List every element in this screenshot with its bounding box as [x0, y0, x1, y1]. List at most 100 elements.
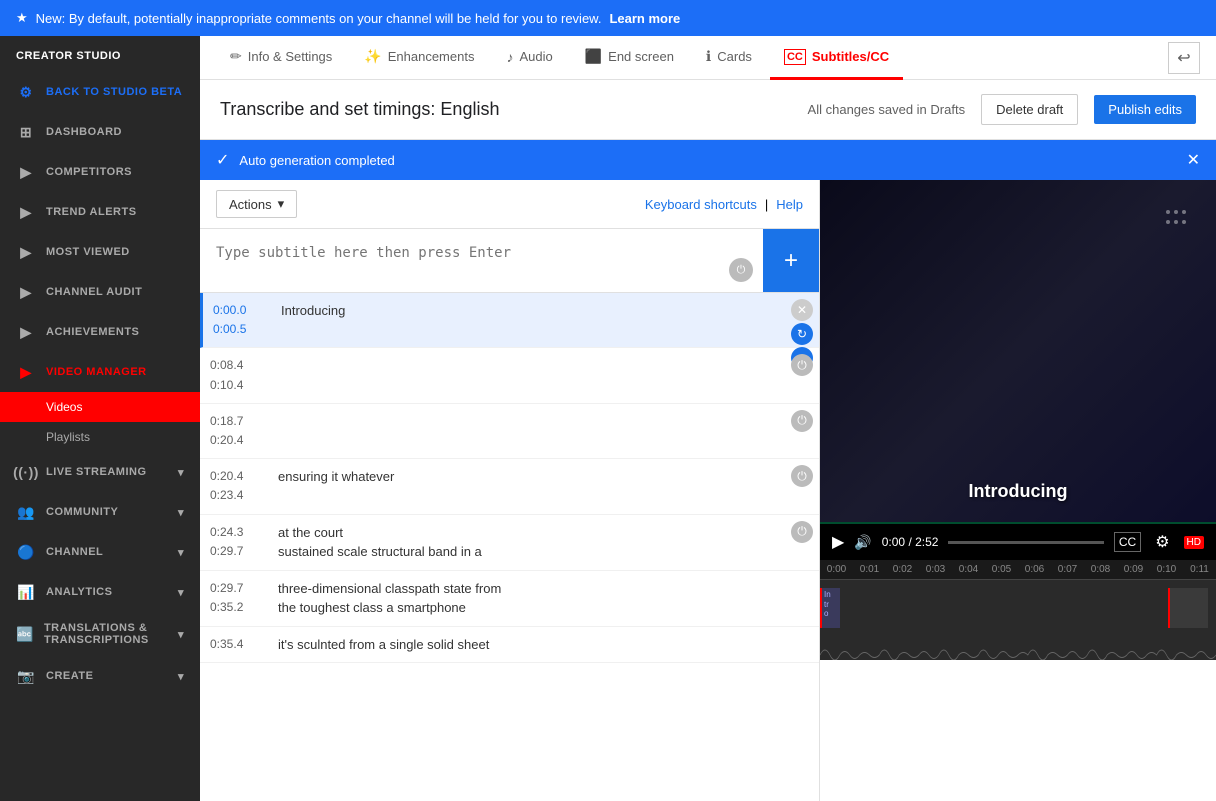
tab-end-screen[interactable]: ⬛ End screen	[571, 36, 688, 80]
subtitle-times: 0:08.4 0:10.4	[210, 356, 270, 394]
music-icon: ♪	[506, 49, 513, 65]
sidebar-item-video-manager[interactable]: ▶ VIDEO MANAGER	[0, 352, 200, 392]
tab-enhancements[interactable]: ✨ Enhancements	[350, 36, 488, 80]
sidebar-sub-item-videos[interactable]: Videos	[0, 392, 200, 422]
subtitle-item-actions: ⏻	[791, 410, 813, 432]
sidebar-item-label: CHANNEL AUDIT	[46, 286, 142, 298]
end-time: 0:00.5	[213, 320, 273, 339]
page-header: Transcribe and set timings: English All …	[200, 80, 1216, 140]
publish-edits-button[interactable]: Publish edits	[1094, 95, 1196, 124]
sidebar-item-community[interactable]: 👥 COMMUNITY ▾	[0, 492, 200, 532]
subtitle-text[interactable]: at the court sustained scale structural …	[278, 523, 809, 562]
learn-more-link[interactable]: Learn more	[609, 11, 680, 26]
sidebar-item-dashboard[interactable]: ⊞ DASHBOARD	[0, 112, 200, 152]
tabs-bar: ✏ Info & Settings ✨ Enhancements ♪ Audio…	[200, 36, 1216, 80]
subtitle-input[interactable]	[200, 229, 763, 289]
info-icon: ℹ	[706, 48, 711, 65]
actions-label: Actions	[229, 197, 272, 212]
sidebar-item-channel-audit[interactable]: ▶ CHANNEL AUDIT	[0, 272, 200, 312]
sidebar-item-label: CHANNEL	[46, 546, 103, 558]
power-icon[interactable]: ⏻	[729, 258, 753, 282]
current-time: 0:00	[882, 535, 905, 549]
tab-cards[interactable]: ℹ Cards	[692, 36, 766, 80]
tick-11: 0:11	[1183, 564, 1216, 575]
channel-audit-icon: ▶	[16, 282, 36, 302]
check-icon: ✓	[216, 150, 229, 170]
sidebar-item-analytics[interactable]: 📊 ANALYTICS ▾	[0, 572, 200, 612]
sidebar-item-channel[interactable]: 🔵 CHANNEL ▾	[0, 532, 200, 572]
tick-6: 0:06	[1018, 564, 1051, 575]
sidebar-item-achievements[interactable]: ▶ ACHIEVEMENTS	[0, 312, 200, 352]
subtitle-text[interactable]: three-dimensional classpath state from t…	[278, 579, 809, 618]
subtitle-item: 0:35.4 it's sculnted from a single solid…	[200, 627, 819, 664]
sidebar: CREATOR STUDIO ⚙ BACK TO STUDIO BETA ⊞ D…	[0, 36, 200, 801]
live-streaming-icon: ((·))	[16, 462, 36, 482]
tab-label: End screen	[608, 49, 674, 64]
tab-label: Subtitles/CC	[812, 49, 889, 64]
start-time: 0:35.4	[210, 635, 270, 654]
power-subtitle-button[interactable]: ⏻	[791, 521, 813, 543]
sidebar-item-create[interactable]: 📷 CREATE ▾	[0, 656, 200, 696]
keyboard-shortcuts-link[interactable]: Keyboard shortcuts	[645, 197, 757, 212]
audio-waveform	[820, 640, 1216, 660]
power-subtitle-button[interactable]: ⏻	[791, 410, 813, 432]
progress-bar[interactable]	[948, 541, 1103, 544]
regenerate-subtitle-button[interactable]: ↻	[791, 323, 813, 345]
help-link[interactable]: Help	[776, 197, 803, 212]
channel-icon: 🔵	[16, 542, 36, 562]
tick-4: 0:04	[952, 564, 985, 575]
sidebar-item-competitors[interactable]: ▶ COMPETITORS	[0, 152, 200, 192]
video-settings-button[interactable]: ⚙	[1151, 530, 1173, 554]
sidebar-item-most-viewed[interactable]: ▶ MOST VIEWED	[0, 232, 200, 272]
power-subtitle-button[interactable]: ⏻	[791, 354, 813, 376]
trend-icon: ▶	[16, 202, 36, 222]
timeline-tracks[interactable]: Intro	[820, 580, 1216, 640]
subtitle-text[interactable]: ensuring it whatever	[278, 467, 809, 487]
tab-audio[interactable]: ♪ Audio	[492, 37, 566, 80]
content-area: ✏ Info & Settings ✨ Enhancements ♪ Audio…	[200, 36, 1216, 801]
subtitle-item: 0:29.7 0:35.2 three-dimensional classpat…	[200, 571, 819, 627]
alert-text: Auto generation completed	[239, 153, 394, 168]
power-subtitle-button[interactable]: ⏻	[791, 465, 813, 487]
subtitle-times: 0:00.0 0:00.5	[213, 301, 273, 339]
translations-icon: 🔤	[16, 624, 34, 644]
subtitle-input-wrapper: ⏻	[200, 229, 763, 292]
remove-subtitle-button[interactable]: ✕	[791, 299, 813, 321]
delete-draft-button[interactable]: Delete draft	[981, 94, 1078, 125]
sidebar-sub-item-playlists[interactable]: Playlists	[0, 422, 200, 452]
cc-button[interactable]: CC	[1114, 532, 1141, 552]
sidebar-item-back-to-studio[interactable]: ⚙ BACK TO STUDIO BETA	[0, 72, 200, 112]
right-panel: Huawei Mate 30 Pro VS iPhone 11 Pro – In…	[820, 180, 1216, 801]
back-button[interactable]: ↩	[1168, 42, 1200, 74]
left-panel: Actions ▾ Keyboard shortcuts | Help ⏻	[200, 180, 820, 801]
sidebar-item-label: VIDEO MANAGER	[46, 366, 147, 378]
draft-status: All changes saved in Drafts	[808, 102, 966, 117]
start-time: 0:00.0	[213, 301, 273, 320]
add-subtitle-button[interactable]: +	[763, 229, 819, 292]
volume-button[interactable]: 🔊	[854, 534, 871, 551]
close-alert-button[interactable]: ✕	[1187, 150, 1200, 170]
play-button[interactable]: ▶	[832, 532, 844, 552]
actions-dropdown[interactable]: Actions ▾	[216, 190, 297, 218]
tick-8: 0:08	[1084, 564, 1117, 575]
tab-subtitles[interactable]: CC Subtitles/CC	[770, 37, 903, 80]
subtitle-times: 0:29.7 0:35.2	[210, 579, 270, 617]
sidebar-item-trend-alerts[interactable]: ▶ TREND ALERTS	[0, 192, 200, 232]
subtitle-times: 0:24.3 0:29.7	[210, 523, 270, 561]
tab-info-settings[interactable]: ✏ Info & Settings	[216, 36, 346, 80]
sidebar-item-label: ACHIEVEMENTS	[46, 326, 139, 338]
sidebar-sub-label: Playlists	[46, 430, 90, 444]
subtitle-text[interactable]: it's sculnted from a single solid sheet	[278, 635, 809, 655]
time-display: 0:00 / 2:52	[882, 535, 939, 549]
subtitle-times: 0:18.7 0:20.4	[210, 412, 270, 450]
sidebar-item-translations[interactable]: 🔤 TRANSLATIONS & TRANSCRIPTIONS ▾	[0, 612, 200, 656]
sidebar-item-label: TRANSLATIONS & TRANSCRIPTIONS	[44, 622, 168, 646]
timeline-ruler: 0:00 0:01 0:02 0:03 0:04 0:05 0:06 0:07 …	[820, 560, 1216, 580]
subtitle-text[interactable]: Introducing	[281, 301, 809, 321]
subtitle-times: 0:20.4 0:23.4	[210, 467, 270, 505]
dashboard-icon: ⊞	[16, 122, 36, 142]
pencil-icon: ✏	[230, 48, 242, 65]
gear-icon: ⚙	[16, 82, 36, 102]
timeline-caption-block: Intro	[820, 588, 840, 628]
sidebar-item-live-streaming[interactable]: ((·)) LIVE STREAMING ▾	[0, 452, 200, 492]
